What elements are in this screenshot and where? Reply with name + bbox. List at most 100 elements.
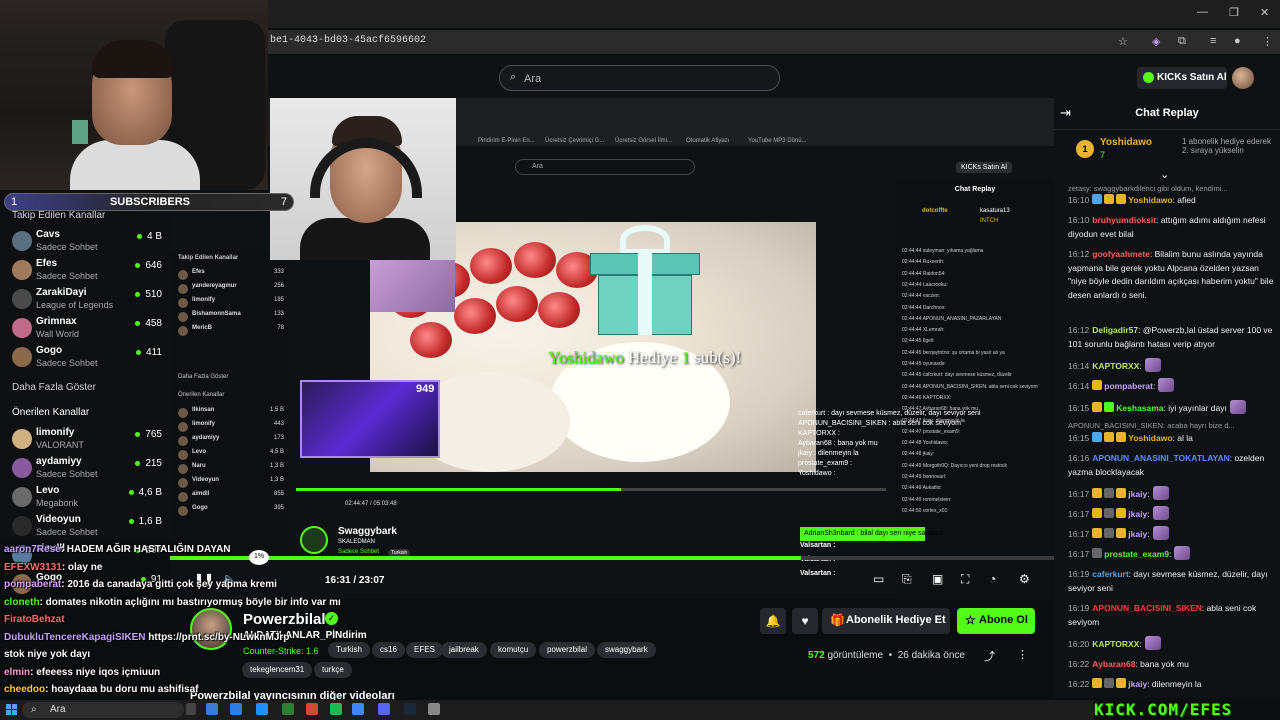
chrome-icon[interactable] [352, 703, 364, 715]
stream-tag[interactable]: komutçu [490, 642, 537, 658]
fullscreen-icon[interactable]: ⛶ [961, 572, 969, 587]
chat-username[interactable]: jkaiy [1128, 529, 1147, 539]
pip-icon[interactable]: ▣ [932, 572, 943, 586]
stream-tag[interactable]: turkçe [314, 662, 352, 678]
theater-icon[interactable]: ▭ [873, 572, 884, 586]
steam-icon[interactable] [404, 703, 416, 715]
user-avatar[interactable] [1232, 67, 1254, 89]
inner-chat-line: Valsartan : [800, 570, 836, 577]
sidebar-channel[interactable]: limonify VALORANT 765 [12, 426, 162, 454]
inner-channel-name: BishamonnSama [192, 311, 241, 317]
chat-username[interactable]: prostate_exam9 [1104, 549, 1169, 559]
settings-gear-icon[interactable]: ⚙ [1019, 572, 1030, 586]
gifter-rank-badge: 1 [1076, 140, 1094, 158]
chat-username[interactable]: jkaiy [1128, 509, 1147, 519]
sidebar-channel[interactable]: Gogo Sadece Sohbet 411 [12, 344, 162, 372]
chat-username[interactable]: Yoshidawo [1128, 433, 1172, 443]
chat-username[interactable]: Yoshidawo [1128, 195, 1172, 205]
stream-category[interactable]: Counter-Strike: 1.6 [243, 646, 319, 656]
clip-icon[interactable]: ⎘ [902, 572, 912, 587]
chat-username[interactable]: jkaiy [1128, 489, 1147, 499]
badge-icon [1116, 678, 1127, 688]
notification-bell-button[interactable]: 🔔 [760, 608, 786, 634]
follow-heart-button[interactable]: ♥ [792, 608, 818, 634]
edge-icon[interactable] [256, 703, 268, 715]
inner-channel-name: Naru [192, 463, 206, 469]
chat-username[interactable]: caferkurt [1092, 569, 1128, 579]
streamer-avatar[interactable] [190, 608, 232, 650]
streamer-name[interactable]: Powerzbilal [243, 611, 326, 628]
channel-category: Megabonk [36, 498, 79, 508]
widget-icon[interactable] [186, 703, 196, 715]
chat-timestamp: 16:17 [1068, 509, 1090, 519]
chat-username[interactable]: KAPTORXX [1092, 639, 1139, 649]
profile-icon[interactable]: ● [1234, 35, 1241, 47]
chat-username[interactable]: goofyaahmete [1092, 249, 1150, 259]
inner-bookmark: Pindirim E-Pinin En... [478, 138, 535, 144]
inner-chat-line: 02:44:45 cafcrkurt: dayı sevmese küsmez,… [902, 372, 1012, 379]
sidebar-channel[interactable]: Efes Sadece Sohbet 646 [12, 257, 162, 285]
obs-icon[interactable] [428, 703, 440, 715]
stream-tag[interactable]: jailbreak [441, 642, 487, 658]
chat-text: : [1139, 639, 1142, 649]
kicks-buy-button[interactable]: KICKs Satın Al [1137, 67, 1227, 89]
emote-icon [1229, 400, 1246, 414]
sidebar-channel[interactable]: Levo Megabonk 4,6 B [12, 484, 162, 512]
task-view-icon[interactable] [206, 703, 218, 715]
chat-timestamp: 16:22 [1068, 659, 1090, 669]
taskbar-search[interactable]: ⌕ Ara [22, 702, 184, 718]
sidebar-channel[interactable]: Videoyun Sadece Sohbet 1,6 B [12, 513, 162, 541]
extension-icon[interactable]: ◈ [1152, 35, 1160, 48]
more-options-icon[interactable]: ⋮ [1017, 648, 1028, 661]
share-icon[interactable]: ⤴ [984, 648, 995, 664]
minimize-button[interactable]: — [1197, 6, 1208, 18]
chat-username[interactable]: jkaiy [1128, 679, 1147, 689]
strawberry [454, 298, 496, 334]
chat-username[interactable]: APONUN_ANASINI_TOKATLAYAN [1092, 453, 1229, 463]
sidebar-channel[interactable]: Cavs Sadece Sohbet 4 B [12, 228, 162, 256]
inner-chat-line: 02:44:48 Yoshidawo: [902, 440, 949, 447]
channel-avatar [12, 458, 32, 478]
gift-sub-button[interactable]: 🎁 Abonelik Hediye Et [822, 608, 950, 634]
browser-menu-icon[interactable]: ⋮ [1262, 35, 1273, 48]
chevron-down-icon[interactable]: ⌄ [1160, 168, 1169, 181]
inner-overlay-line: APONUN_BACISINI_SIKEN : abla seni cok se… [798, 420, 962, 427]
overlay-chat-user: FiratoBehzat [4, 614, 65, 625]
chat-username[interactable]: Deligadir57 [1092, 325, 1138, 335]
puzzle-icon[interactable]: ⧉ [1178, 35, 1186, 48]
stream-tag[interactable]: cs16 [372, 642, 405, 658]
stream-tag[interactable]: tekeglencem31 [242, 662, 313, 678]
chat-username[interactable]: Aybaran68 [1092, 659, 1135, 669]
discord-icon[interactable] [378, 703, 390, 715]
mail-icon[interactable] [282, 703, 294, 715]
sidebar-channel[interactable]: ZarakiDayi League of Legends 510 [12, 286, 162, 314]
show-more-link[interactable]: Daha Fazla Göster [12, 382, 96, 393]
chat-username[interactable]: APONUN_BACISINI_SIKEN [1092, 603, 1202, 613]
bookmark-star-icon[interactable]: ☆ [1118, 35, 1128, 48]
search-input[interactable]: ⌕ Ara [499, 65, 780, 91]
sidebar-channel[interactable]: aydamiyy Sadece Sohbet 215 [12, 455, 162, 483]
stream-tag[interactable]: Turkish [328, 642, 370, 658]
office-icon[interactable] [306, 703, 318, 715]
close-window-button[interactable]: ✕ [1260, 6, 1269, 19]
spotify-icon[interactable] [330, 703, 342, 715]
chat-username[interactable]: bruhyumdioksit [1092, 215, 1156, 225]
inner-channel-avatar [178, 270, 188, 280]
stream-tag[interactable]: powerzbilal [539, 642, 596, 658]
restore-button[interactable]: ❐ [1229, 6, 1239, 19]
overlay-chat-user: aaron7Rese [4, 544, 61, 555]
inner-overlay-line: caferkurt : dayı sevmese küsmez, düzelir… [798, 410, 981, 417]
stream-tag[interactable]: swaggybark [597, 642, 656, 658]
playlist-icon[interactable]: ≡ [1210, 35, 1216, 47]
chat-username[interactable]: KAPTORXX [1092, 361, 1139, 371]
stream-tag[interactable]: EFES [406, 642, 443, 658]
windows-start-icon[interactable] [6, 704, 17, 715]
speed-icon[interactable]: ◔ [989, 572, 996, 586]
subscribe-button[interactable]: ☆ Abone Ol [957, 608, 1035, 634]
address-bar[interactable]: be1-4043-bd03-45acf6596602 ☆ ◈ ⧉ ≡ ● ⋮ [268, 30, 1280, 54]
file-explorer-icon[interactable] [230, 703, 242, 715]
sidebar-channel[interactable]: Grimnax Wall World 458 [12, 315, 162, 343]
chat-username[interactable]: Keshasama [1116, 403, 1163, 413]
chat-username[interactable]: pompaberat [1104, 381, 1153, 391]
video-progress-bar[interactable] [170, 556, 1054, 560]
